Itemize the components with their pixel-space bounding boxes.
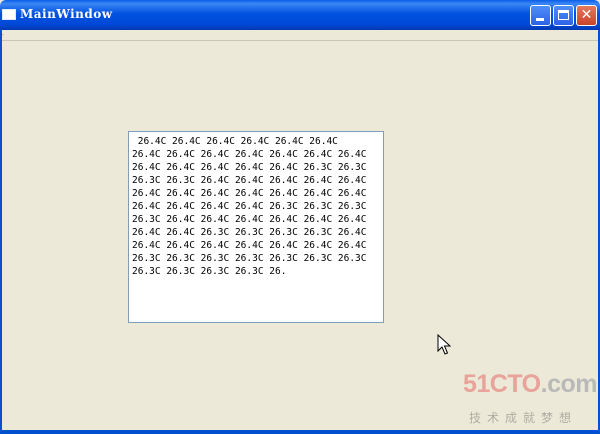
minimize-icon — [536, 18, 544, 21]
close-button[interactable]: ✕ — [576, 5, 597, 26]
window-title: MainWindow — [20, 7, 113, 21]
watermark-brand-part2: .com — [540, 370, 598, 398]
temperature-text-area[interactable]: 26.4C 26.4C 26.4C 26.4C 26.4C 26.4C 26.4… — [128, 131, 384, 323]
temperature-readings: 26.4C 26.4C 26.4C 26.4C 26.4C 26.4C 26.4… — [132, 136, 367, 277]
menu-bar[interactable]: · — [0, 30, 600, 41]
maximize-button[interactable] — [553, 5, 574, 26]
close-icon: ✕ — [580, 7, 593, 23]
watermark-brand: 51CTO.com — [463, 370, 598, 399]
mouse-pointer-icon — [437, 334, 451, 355]
title-bar[interactable]: MainWindow ✕ — [0, 0, 600, 30]
watermark-tagline: 技术成就梦想 — [469, 411, 578, 425]
window-frame-left — [0, 30, 2, 430]
minimize-button[interactable] — [530, 5, 551, 26]
maximize-icon — [558, 10, 569, 20]
watermark-logo: 51CTO.com 技术成就梦想 — [463, 370, 598, 428]
menu-grip-icon: · — [2, 32, 4, 39]
window-icon[interactable] — [2, 9, 16, 20]
window-frame-bottom — [0, 430, 600, 434]
watermark-brand-part1: 51CTO — [463, 370, 541, 398]
